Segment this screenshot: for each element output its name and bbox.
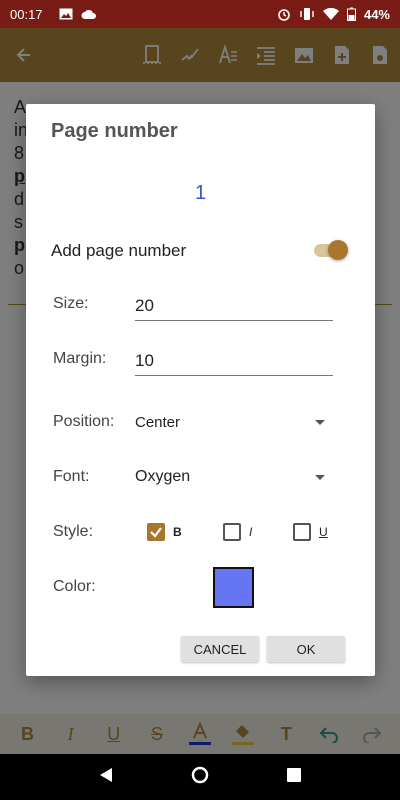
add-page-number-label: Add page number <box>51 241 187 260</box>
position-label: Position: <box>53 413 115 430</box>
battery-icon <box>346 7 356 21</box>
bold-label: B <box>173 525 182 539</box>
position-value: Center <box>135 413 181 431</box>
underline-label: U <box>319 525 328 539</box>
style-label: Style: <box>53 523 94 540</box>
wifi-icon <box>322 7 339 21</box>
font-label: Font: <box>53 468 90 485</box>
size-field[interactable] <box>135 296 333 321</box>
color-swatch[interactable] <box>213 567 254 608</box>
checkbox-unchecked-icon <box>223 523 241 541</box>
page-number-dialog: Page number 1 Add page number Size: Marg… <box>26 104 375 676</box>
size-label: Size: <box>53 295 89 312</box>
italic-checkbox[interactable]: I <box>223 523 252 541</box>
back-nav-icon[interactable] <box>98 767 114 788</box>
toggle-thumb <box>328 240 348 260</box>
bold-checkbox[interactable]: B <box>147 523 182 541</box>
underline-checkbox[interactable]: U <box>293 523 328 541</box>
chevron-down-icon <box>315 419 325 425</box>
checkbox-checked-icon <box>147 523 165 541</box>
chevron-down-icon <box>315 474 325 480</box>
system-nav-bar <box>0 754 400 800</box>
cloud-notification-icon <box>81 9 97 20</box>
font-select[interactable]: Oxygen <box>135 464 325 490</box>
checkbox-unchecked-icon <box>293 523 311 541</box>
status-time: 00:17 <box>10 6 43 22</box>
status-bar: 00:17 44% <box>0 0 400 28</box>
gallery-notification-icon <box>59 8 73 20</box>
page-number-preview: 1 <box>194 182 207 204</box>
battery-percent: 44% <box>363 6 390 22</box>
font-value: Oxygen <box>135 468 191 485</box>
recents-nav-icon[interactable] <box>286 767 302 788</box>
ok-button[interactable]: OK <box>267 636 345 662</box>
margin-field[interactable] <box>135 351 333 376</box>
italic-label: I <box>249 525 253 539</box>
cancel-button[interactable]: CANCEL <box>181 636 259 662</box>
position-select[interactable]: Center <box>135 409 325 435</box>
color-label: Color: <box>53 578 96 595</box>
add-page-number-toggle[interactable] <box>312 239 348 261</box>
margin-label: Margin: <box>53 350 107 367</box>
alarm-icon <box>277 7 291 21</box>
vibrate-icon <box>299 7 315 21</box>
dialog-title: Page number <box>51 120 178 142</box>
home-nav-icon[interactable] <box>190 765 210 790</box>
